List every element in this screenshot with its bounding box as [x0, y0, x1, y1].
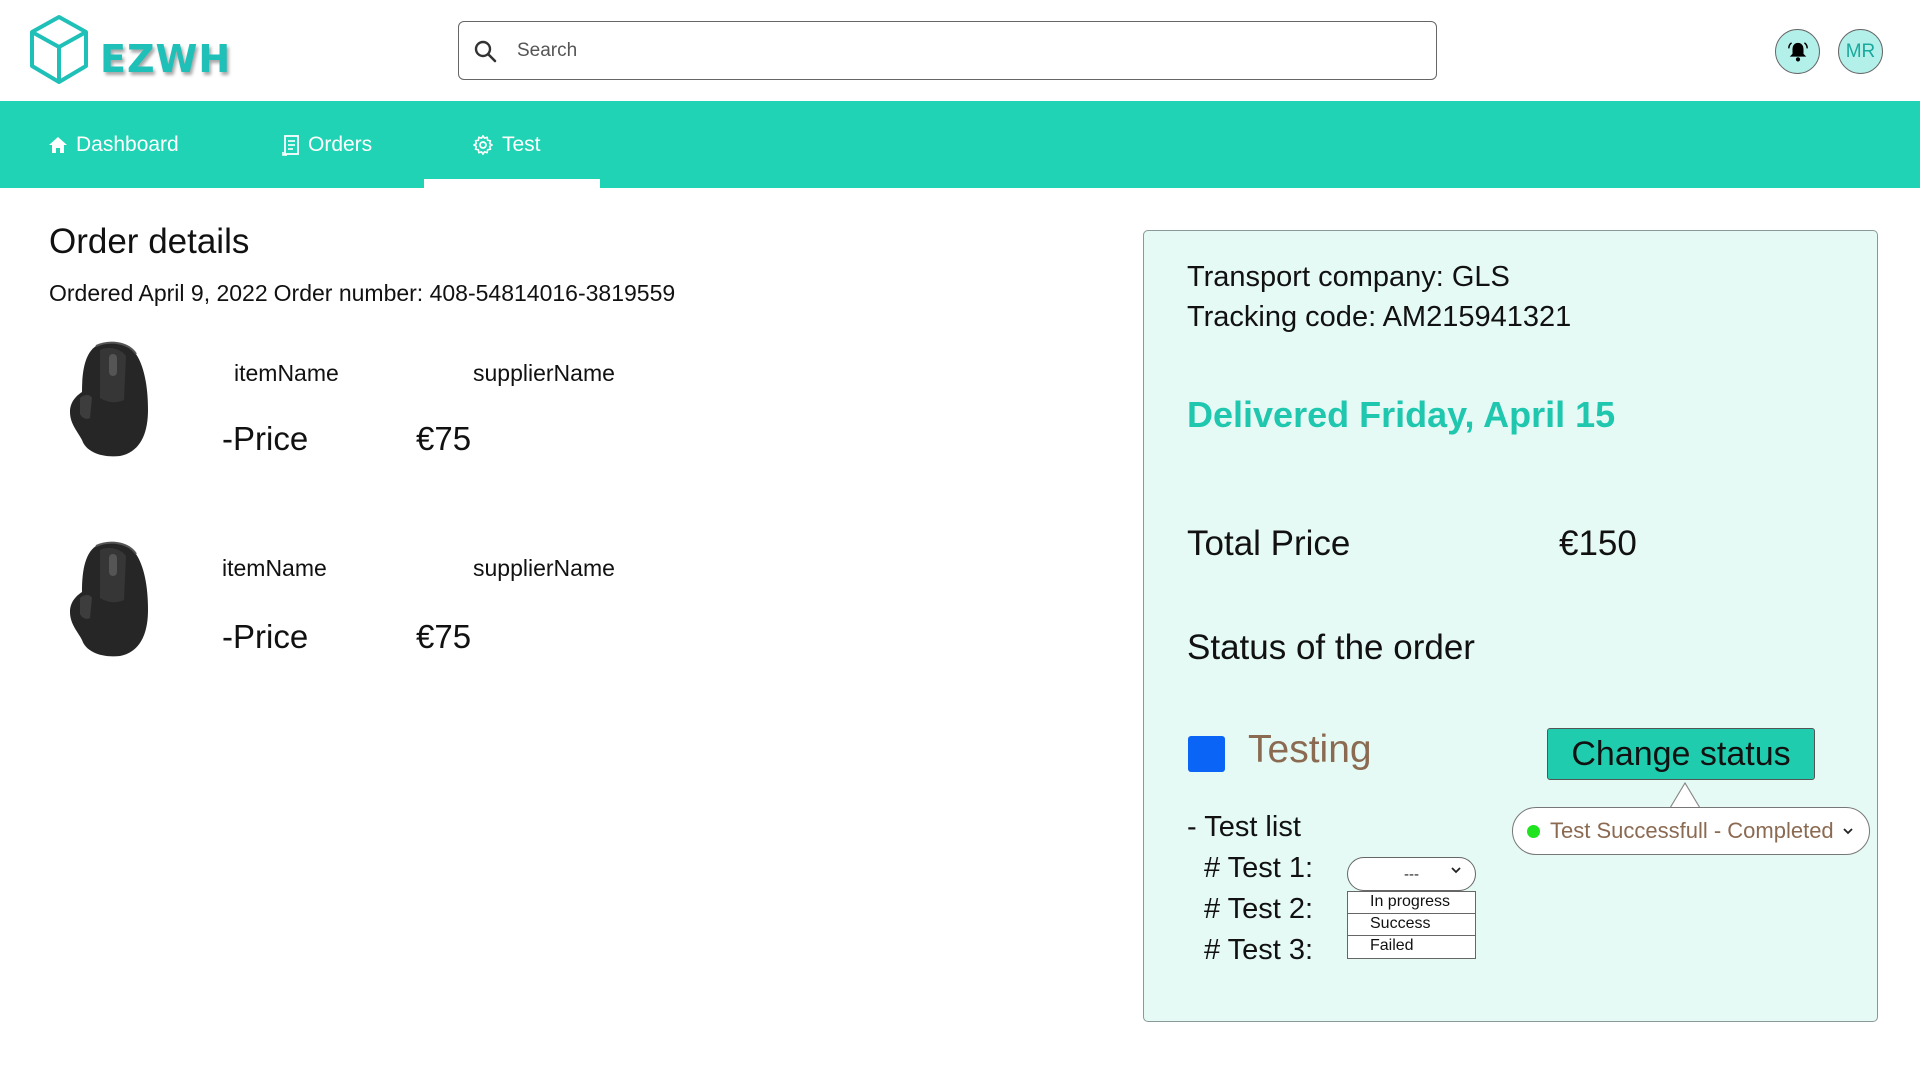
delivery-status: Delivered Friday, April 15 — [1187, 394, 1616, 435]
item-name: itemName — [222, 555, 327, 581]
price-value: €75 — [416, 420, 472, 457]
test-list-label: - Test list — [1187, 811, 1301, 843]
nav-dashboard[interactable]: Dashboard — [48, 101, 179, 188]
mouse-product-image — [70, 341, 148, 457]
total-price-value: €150 — [1559, 524, 1637, 563]
app-logo[interactable]: EZWH — [28, 14, 231, 86]
status-label: Testing — [1248, 728, 1372, 771]
logo-text: EZWH — [100, 37, 232, 81]
shipment-panel: Transport company: GLS Tracking code: AM… — [1143, 230, 1878, 1022]
price-label: -Price — [222, 618, 309, 655]
receipt-icon — [282, 134, 299, 156]
search-input[interactable] — [517, 39, 1397, 62]
ordered-date: Ordered April 9, 2022 — [49, 280, 268, 306]
supplier-name: supplierName — [473, 360, 615, 386]
order-item: itemName supplierName -Price €75 — [0, 340, 800, 480]
status-select[interactable]: Test Successfull - Completed — [1512, 807, 1870, 855]
test-options-list: In progress Success Failed — [1347, 891, 1476, 959]
order-item: itemName supplierName -Price €75 — [0, 540, 800, 680]
main-nav: Dashboard Orders Test — [0, 101, 1920, 188]
item-name: itemName — [234, 360, 339, 386]
price-value: €75 — [416, 618, 472, 655]
nav-test[interactable]: Test — [472, 101, 541, 188]
nav-active-indicator — [424, 179, 600, 188]
chevron-down-icon — [1843, 828, 1853, 835]
test-select-value: --- — [1404, 865, 1419, 883]
search-bar[interactable] — [458, 21, 1437, 80]
test-option-success[interactable]: Success — [1348, 914, 1475, 936]
tracking-code: Tracking code: AM215941321 — [1187, 301, 1572, 333]
gear-icon — [473, 134, 493, 155]
change-status-button[interactable]: Change status — [1547, 728, 1815, 780]
test-1-select[interactable]: --- — [1347, 857, 1476, 891]
callout-pointer — [1669, 781, 1701, 809]
bell-icon — [1787, 41, 1808, 61]
test-1-label: # Test 1: — [1204, 852, 1314, 884]
cube-logo-icon — [30, 15, 88, 84]
order-meta: Ordered April 9, 2022 Order number: 408-5… — [49, 280, 681, 307]
supplier-name: supplierName — [473, 555, 615, 581]
test-3-label: # Test 3: — [1204, 934, 1314, 966]
test-option-failed[interactable]: Failed — [1348, 936, 1475, 958]
top-header: EZWH MR — [0, 0, 1920, 101]
status-dot — [1527, 824, 1540, 838]
total-price-label: Total Price — [1187, 524, 1351, 563]
order-number: Order number: 408-54814016-3819559 — [273, 280, 676, 306]
home-icon — [49, 136, 67, 153]
mouse-product-image — [70, 541, 148, 657]
user-avatar[interactable]: MR — [1838, 29, 1883, 74]
nav-orders-label: Orders — [308, 132, 373, 156]
test-2-label: # Test 2: — [1204, 893, 1314, 925]
price-label: -Price — [222, 420, 309, 457]
status-title: Status of the order — [1187, 628, 1475, 667]
nav-orders[interactable]: Orders — [282, 101, 372, 188]
test-option-in-progress[interactable]: In progress — [1348, 892, 1475, 914]
status-color-indicator — [1188, 736, 1225, 772]
transport-company: Transport company: GLS — [1187, 261, 1510, 293]
chevron-down-icon — [1451, 867, 1461, 874]
notifications-button[interactable] — [1775, 29, 1820, 74]
status-select-value: Test Successfull - Completed — [1550, 818, 1834, 843]
nav-test-label: Test — [502, 132, 541, 156]
search-icon — [474, 40, 497, 62]
page-title: Order details — [49, 222, 250, 261]
nav-dashboard-label: Dashboard — [76, 132, 179, 156]
